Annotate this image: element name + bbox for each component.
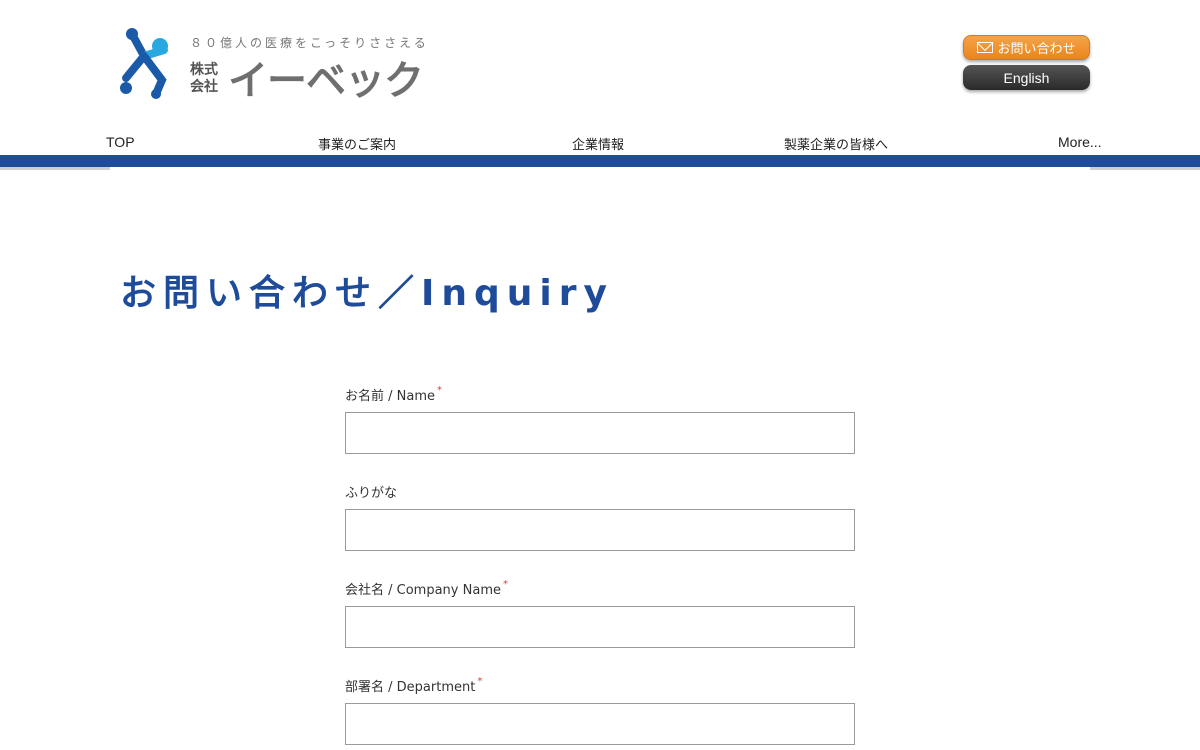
contact-button[interactable]: お問い合わせ — [963, 35, 1090, 60]
nav-item-top[interactable]: TOP — [106, 134, 135, 150]
english-button[interactable]: English — [963, 65, 1090, 90]
english-button-label: English — [1003, 69, 1050, 86]
nav-shadow-left — [0, 167, 110, 170]
department-label-text: 部署名 / Department — [345, 680, 476, 695]
page-title: お問い合わせ／Inquiry — [120, 273, 614, 314]
nav-item-company[interactable]: 企業情報 — [572, 134, 624, 153]
mail-icon — [977, 42, 994, 53]
company-label: 会社名 / Company Name * — [345, 579, 855, 598]
furigana-field-group: ふりがな — [345, 482, 855, 551]
logo-mark-icon — [120, 28, 168, 99]
name-field-group: お名前 / Name * — [345, 385, 855, 454]
department-field-group: 部署名 / Department * — [345, 676, 855, 745]
name-input[interactable] — [345, 412, 855, 454]
required-mark: * — [477, 676, 483, 687]
company-label-text: 会社名 / Company Name — [345, 583, 501, 598]
nav-underline-bar — [0, 155, 1200, 167]
nav-item-business[interactable]: 事業のご案内 — [318, 134, 396, 153]
company-input[interactable] — [345, 606, 855, 648]
company-prefix: 株式 会社 — [190, 62, 218, 95]
department-label: 部署名 / Department * — [345, 676, 855, 695]
company-field-group: 会社名 / Company Name * — [345, 579, 855, 648]
department-input[interactable] — [345, 703, 855, 745]
required-mark: * — [502, 579, 508, 590]
contact-button-label: お問い合わせ — [997, 42, 1076, 57]
main-nav: TOP 事業のご案内 企業情報 製薬企業の皆様へ More... — [0, 130, 1200, 154]
name-label: お名前 / Name * — [345, 385, 855, 404]
company-name: イーベック — [228, 58, 424, 104]
nav-shadow-right — [1090, 167, 1200, 170]
furigana-input[interactable] — [345, 509, 855, 551]
nav-item-more[interactable]: More... — [1058, 134, 1102, 150]
name-label-text: お名前 / Name — [345, 389, 435, 404]
nav-item-pharma[interactable]: 製薬企業の皆様へ — [784, 134, 888, 153]
required-mark: * — [437, 385, 442, 396]
company-logo[interactable]: ８０億人の医療をこっそりささえる 株式 会社 イーベック — [118, 26, 428, 104]
furigana-label: ふりがな — [345, 482, 855, 501]
furigana-label-text: ふりがな — [345, 486, 398, 501]
